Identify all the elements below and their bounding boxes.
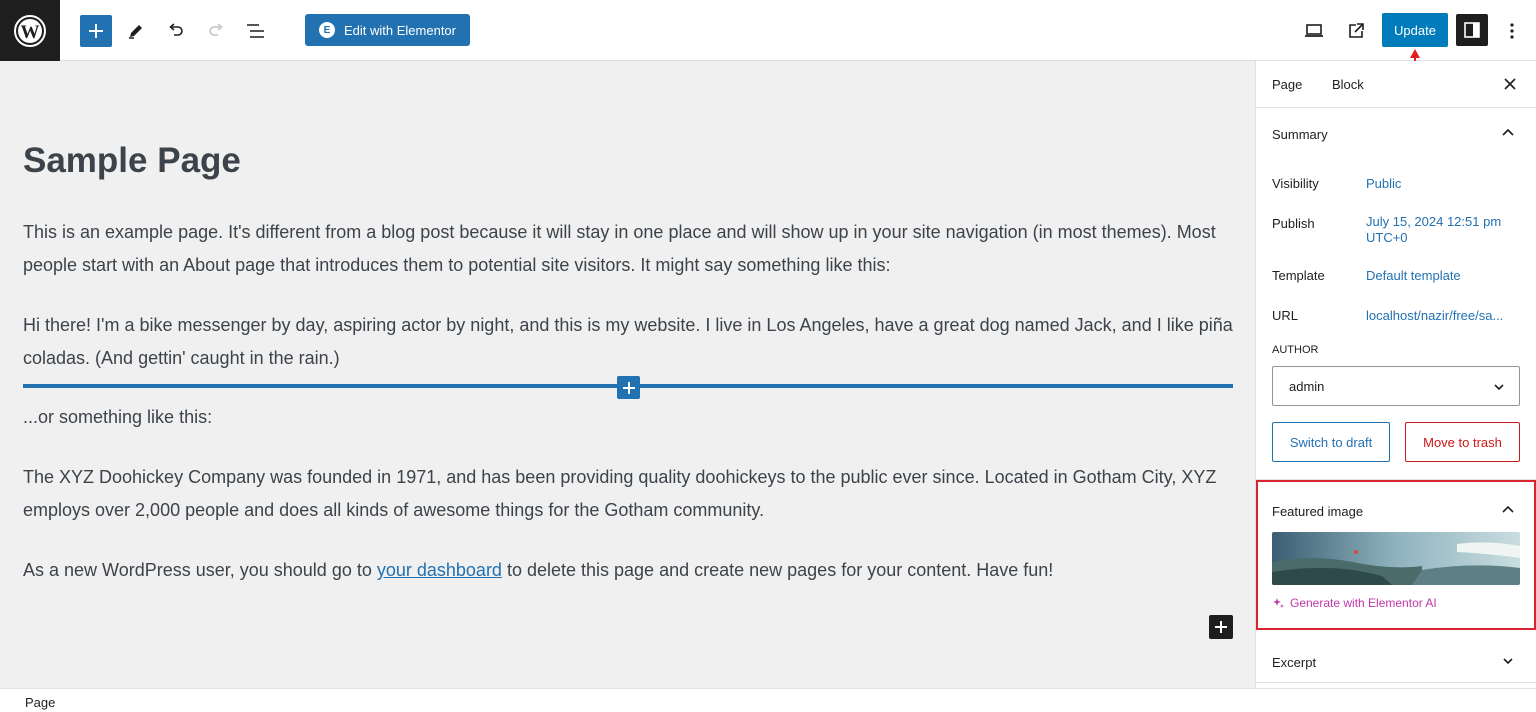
redo-icon[interactable]: [200, 15, 232, 47]
dashboard-link[interactable]: your dashboard: [377, 560, 502, 580]
featured-image-thumbnail[interactable]: [1272, 532, 1520, 585]
tab-block[interactable]: Block: [1332, 77, 1364, 92]
chevron-up-icon: [1502, 505, 1514, 513]
edit-with-elementor-button[interactable]: E Edit with Elementor: [305, 14, 470, 46]
options-menu-icon[interactable]: [1496, 15, 1528, 47]
block-breadcrumb-bar: Page: [0, 688, 1536, 712]
switch-to-draft-button[interactable]: Switch to draft: [1272, 422, 1390, 462]
elementor-icon: E: [319, 22, 335, 38]
paragraph-text: to delete this page and create new pages…: [501, 560, 1054, 580]
featured-image-panel-toggle[interactable]: Featured image: [1256, 486, 1536, 536]
excerpt-panel-toggle[interactable]: Excerpt: [1256, 637, 1536, 687]
paragraph-block[interactable]: Hi there! I'm a bike messenger by day, a…: [23, 309, 1233, 375]
author-select[interactable]: admin: [1272, 366, 1520, 406]
publish-timezone: UTC+0: [1366, 230, 1408, 245]
template-label: Template: [1272, 268, 1325, 283]
update-button[interactable]: Update: [1382, 13, 1448, 47]
publish-date-value[interactable]: July 15, 2024 12:51 pm UTC+0: [1366, 214, 1501, 246]
wordpress-logo-icon[interactable]: W: [0, 0, 60, 61]
paragraph-block[interactable]: As a new WordPress user, you should go t…: [23, 554, 1233, 587]
settings-sidebar-toggle-icon[interactable]: [1456, 14, 1488, 46]
url-label: URL: [1272, 308, 1299, 323]
paragraph-block[interactable]: This is an example page. It's different …: [23, 216, 1233, 282]
chevron-up-icon: [1502, 128, 1514, 136]
close-icon[interactable]: [1500, 74, 1520, 94]
template-value[interactable]: Default template: [1366, 268, 1461, 284]
generate-ai-label: Generate with Elementor AI: [1290, 596, 1437, 610]
chevron-down-icon: [1503, 658, 1513, 665]
add-block-button[interactable]: [1209, 615, 1233, 639]
author-label: AUTHOR: [1272, 344, 1319, 356]
author-value: admin: [1289, 379, 1325, 394]
breadcrumb[interactable]: Page: [25, 695, 55, 710]
preview-device-icon[interactable]: [1298, 15, 1330, 47]
move-to-trash-button[interactable]: Move to trash: [1405, 422, 1520, 462]
view-page-external-icon[interactable]: [1340, 15, 1372, 47]
visibility-label: Visibility: [1272, 176, 1319, 191]
ai-sparkle-icon: [1273, 598, 1284, 608]
editor-canvas[interactable]: Sample Page This is an example page. It'…: [0, 61, 1255, 688]
publish-label: Publish: [1272, 216, 1315, 231]
document-overview-icon[interactable]: [240, 15, 272, 47]
svg-text:W: W: [21, 22, 40, 43]
excerpt-title: Excerpt: [1272, 655, 1317, 670]
inline-inserter-button[interactable]: [617, 376, 640, 399]
paragraph-block[interactable]: ...or something like this:: [23, 401, 1233, 434]
page-title[interactable]: Sample Page: [23, 141, 241, 181]
visibility-value[interactable]: Public: [1366, 176, 1401, 192]
publish-date: July 15, 2024 12:51 pm: [1366, 214, 1502, 229]
sidebar-tabs: Page Block: [1256, 61, 1536, 108]
editor-header: W E Edit with Elementor Update: [0, 0, 1536, 61]
panel-divider: [1256, 682, 1536, 683]
block-inserter-button[interactable]: [80, 15, 112, 47]
settings-sidebar: Page Block Summary Visibility Public Pub…: [1255, 61, 1536, 688]
paragraph-text: As a new WordPress user, you should go t…: [23, 560, 377, 580]
chevron-down-icon: [1494, 384, 1504, 391]
url-value[interactable]: localhost/nazir/free/sa...: [1366, 308, 1503, 324]
generate-with-elementor-ai-button[interactable]: Generate with Elementor AI: [1272, 596, 1437, 610]
tools-pencil-icon[interactable]: [120, 15, 152, 47]
tab-page[interactable]: Page: [1272, 77, 1302, 92]
featured-image-title: Featured image: [1272, 504, 1364, 519]
edit-with-elementor-label: Edit with Elementor: [344, 22, 456, 38]
undo-icon[interactable]: [160, 15, 192, 47]
paragraph-block[interactable]: The XYZ Doohickey Company was founded in…: [23, 461, 1233, 527]
summary-panel-toggle[interactable]: Summary: [1256, 109, 1536, 159]
summary-title: Summary: [1272, 127, 1328, 142]
